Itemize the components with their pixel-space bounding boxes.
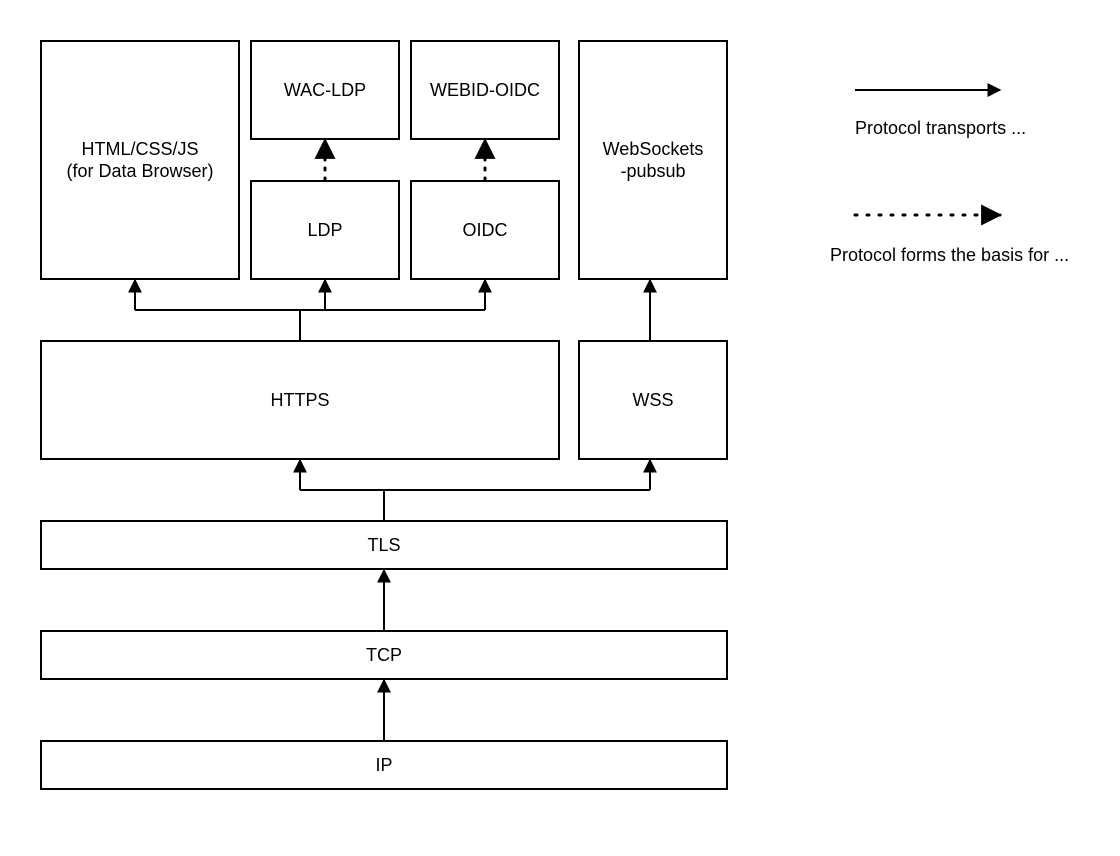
box-label-line: HTML/CSS/JS	[81, 139, 198, 159]
box-label: HTML/CSS/JS (for Data Browser)	[60, 134, 219, 187]
box-label: HTTPS	[264, 385, 335, 416]
box-wss: WSS	[578, 340, 728, 460]
box-label: WAC-LDP	[278, 75, 372, 106]
box-label: TLS	[361, 530, 406, 561]
diagram-stage: HTML/CSS/JS (for Data Browser) WAC-LDP W…	[0, 0, 1120, 856]
legend-transports-label: Protocol transports ...	[855, 118, 1026, 139]
box-label: WSS	[626, 385, 679, 416]
box-https: HTTPS	[40, 340, 560, 460]
legend-basis-label: Protocol forms the basis for ...	[830, 245, 1069, 266]
box-label-line: WebSockets	[603, 139, 704, 159]
box-label-line: -pubsub	[620, 161, 685, 181]
box-label: TCP	[360, 640, 408, 671]
box-wac-ldp: WAC-LDP	[250, 40, 400, 140]
box-ldp: LDP	[250, 180, 400, 280]
box-oidc: OIDC	[410, 180, 560, 280]
box-websockets-pubsub: WebSockets -pubsub	[578, 40, 728, 280]
box-label: WebSockets -pubsub	[597, 134, 710, 187]
box-label: WEBID-OIDC	[424, 75, 546, 106]
box-ip: IP	[40, 740, 728, 790]
box-label: LDP	[301, 215, 348, 246]
box-label: OIDC	[457, 215, 514, 246]
box-tls: TLS	[40, 520, 728, 570]
box-label-line: (for Data Browser)	[66, 161, 213, 181]
box-webid-oidc: WEBID-OIDC	[410, 40, 560, 140]
box-label: IP	[369, 750, 398, 781]
box-html-data-browser: HTML/CSS/JS (for Data Browser)	[40, 40, 240, 280]
box-tcp: TCP	[40, 630, 728, 680]
